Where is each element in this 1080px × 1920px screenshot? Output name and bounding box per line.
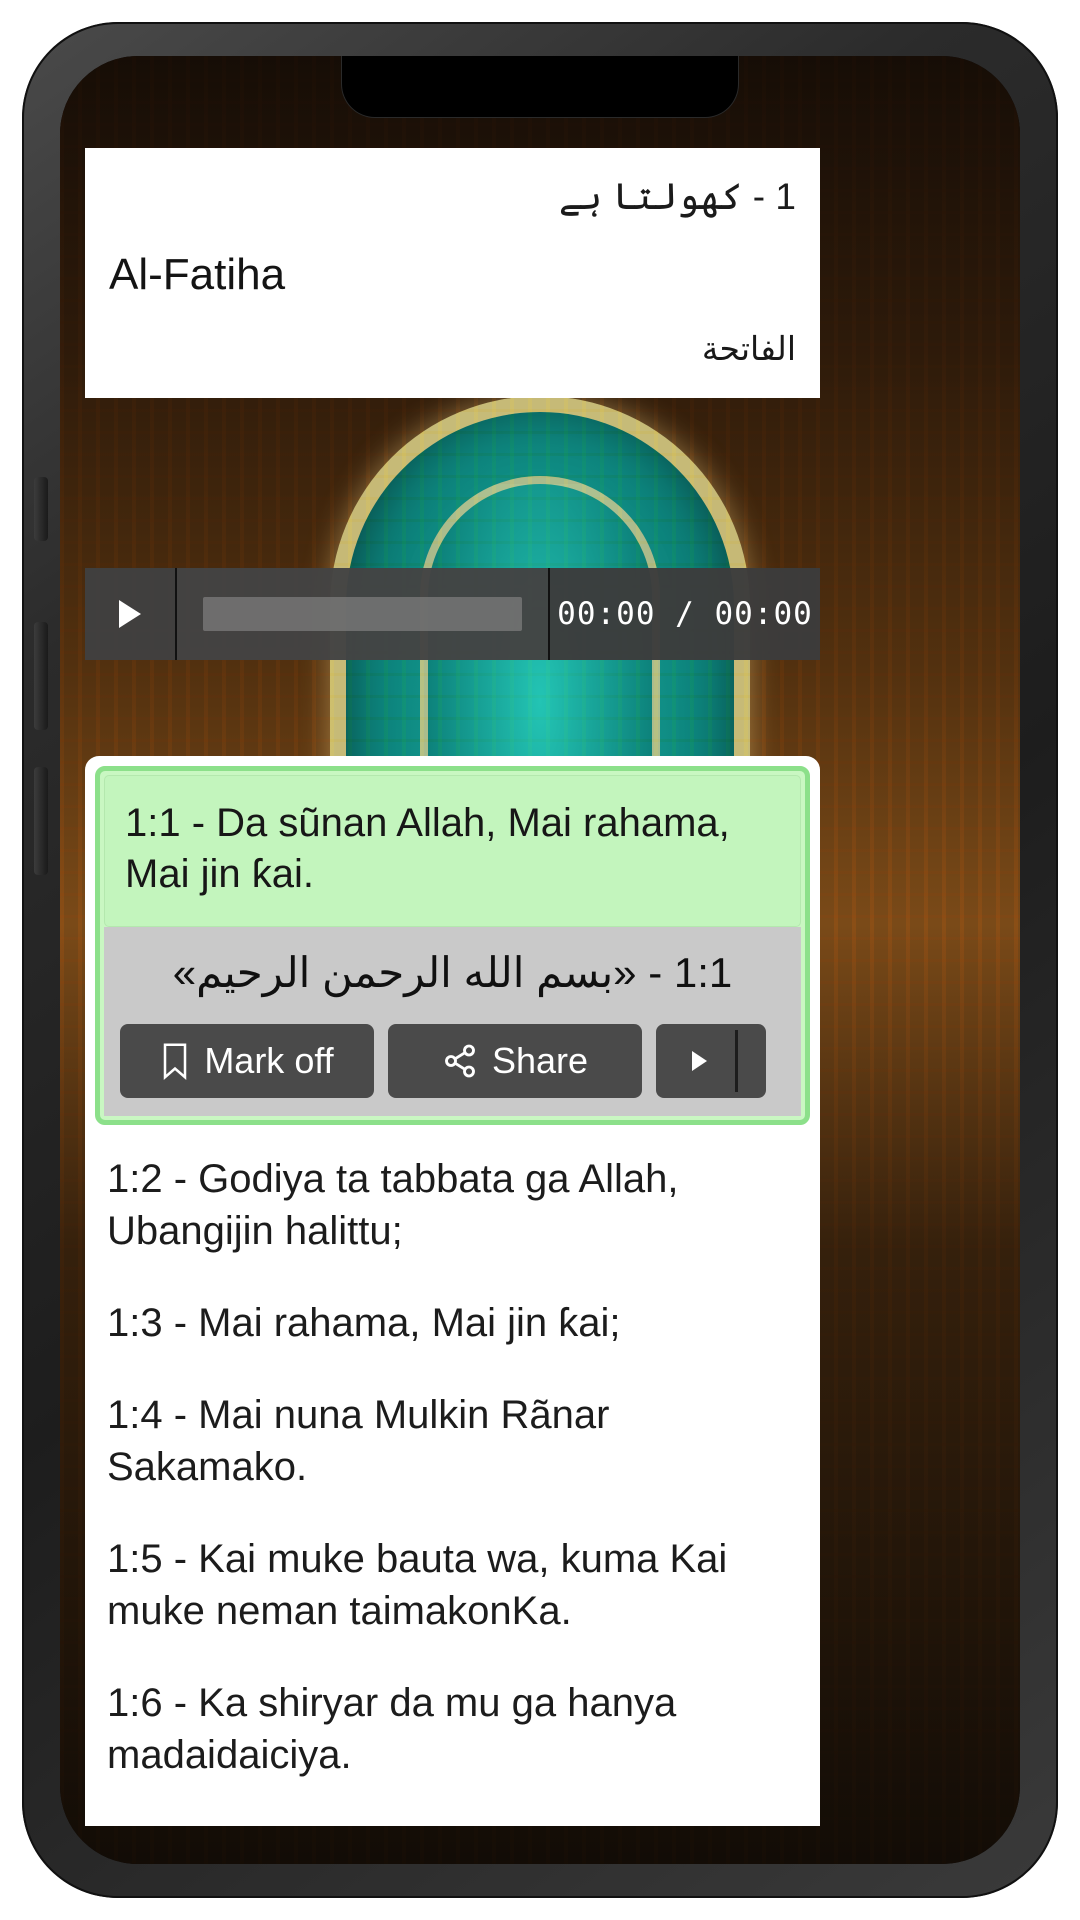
list-item[interactable]: 1:4 - Mai nuna Mulkin Rãnar Sakamako. bbox=[107, 1389, 798, 1493]
audio-progress-slider[interactable] bbox=[177, 568, 550, 660]
surah-header-urdu-line: 1 - کھولتا ہے bbox=[558, 176, 796, 217]
share-label: Share bbox=[491, 1040, 589, 1082]
list-item[interactable]: 1:6 - Ka shiryar da mu ga hanya madaidai… bbox=[107, 1677, 798, 1781]
verse-play-button[interactable] bbox=[656, 1024, 766, 1099]
phone-screen: 1 - کھولتا ہے Al-Fatiha الفاتحة 00:00 / … bbox=[60, 56, 1020, 1864]
play-icon bbox=[692, 1051, 707, 1072]
active-verse-arabic-band: 1:1 - «بسم الله الرحمن الرحيم» bbox=[104, 927, 801, 1011]
list-item[interactable]: 1:5 - Kai muke bauta wa, kuma Kai muke n… bbox=[107, 1533, 798, 1637]
bookmark-icon bbox=[160, 1042, 190, 1081]
phone-notch bbox=[341, 56, 739, 118]
surah-title: Al-Fatiha bbox=[109, 250, 286, 300]
active-verse-card[interactable]: 1:1 - Da sũnan Allah, Mai rahama, Mai ji… bbox=[95, 766, 810, 1126]
share-button[interactable]: Share bbox=[388, 1024, 642, 1099]
surah-header-card: 1 - کھولتا ہے Al-Fatiha الفاتحة bbox=[85, 148, 820, 398]
audio-time-display: 00:00 / 00:00 bbox=[550, 568, 820, 660]
mark-off-label: Mark off bbox=[204, 1040, 334, 1082]
active-verse-translation: 1:1 - Da sũnan Allah, Mai rahama, Mai ji… bbox=[104, 775, 801, 928]
active-verse-arabic: 1:1 - «بسم الله الرحمن الرحيم» bbox=[172, 949, 733, 997]
audio-progress-track[interactable] bbox=[203, 597, 522, 631]
screenshot-root: 1 - کھولتا ہے Al-Fatiha الفاتحة 00:00 / … bbox=[0, 0, 1080, 1920]
list-item[interactable]: 1:2 - Godiya ta tabbata ga Allah, Ubangi… bbox=[107, 1153, 798, 1257]
share-nodes-icon bbox=[442, 1043, 478, 1079]
surah-title-arabic: الفاتحة bbox=[701, 329, 796, 367]
audio-play-button[interactable] bbox=[85, 568, 177, 660]
verse-list: 1:2 - Godiya ta tabbata ga Allah, Ubangi… bbox=[85, 1125, 820, 1781]
verse-content-panel: 1:1 - Da sũnan Allah, Mai rahama, Mai ji… bbox=[85, 756, 820, 1826]
phone-button-volume-up[interactable] bbox=[34, 622, 48, 730]
play-icon bbox=[119, 600, 141, 628]
phone-button-volume-down[interactable] bbox=[34, 767, 48, 875]
phone-button-mute[interactable] bbox=[34, 477, 48, 541]
audio-player[interactable]: 00:00 / 00:00 bbox=[85, 568, 820, 660]
mark-off-button[interactable]: Mark off bbox=[120, 1024, 374, 1099]
list-item[interactable]: 1:3 - Mai rahama, Mai jin ƙai; bbox=[107, 1297, 798, 1349]
active-verse-actions: Mark off Share bbox=[104, 1010, 801, 1117]
